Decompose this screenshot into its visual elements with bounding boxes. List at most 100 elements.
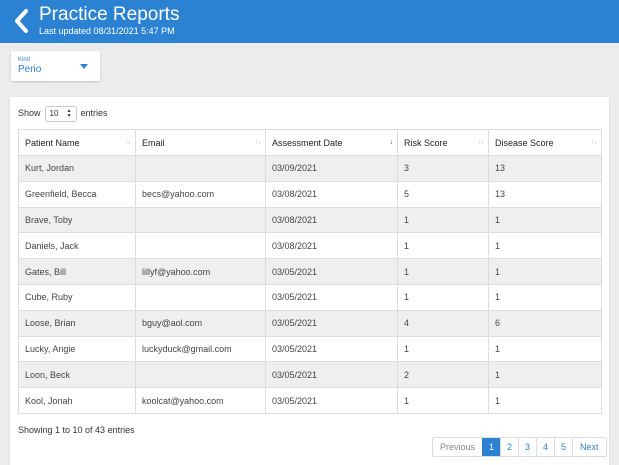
email-cell: becs@yahoo.com <box>135 180 266 208</box>
caret-down-icon <box>80 64 88 69</box>
table-row: Cube, Ruby 03/05/2021 1 1 <box>18 283 602 311</box>
email-cell <box>135 155 266 182</box>
table-row: Brave, Toby 03/08/2021 1 1 <box>18 206 602 234</box>
email-cell <box>135 283 266 311</box>
last-updated-text: Last updated 08/31/2021 5:47 PM <box>39 26 175 36</box>
assessment-date-cell: 03/05/2021 <box>265 283 398 311</box>
select-arrows-icon: ▲ ▼ <box>66 107 72 119</box>
sort-icon: ↓ <box>389 139 393 146</box>
assessment-date-cell: 03/05/2021 <box>265 387 398 414</box>
email-cell <box>135 232 266 260</box>
report-card: Show 10 ▲ ▼ entries Patient Name ↑↓ Email ↑↓… <box>10 97 609 465</box>
disease-score-cell: 1 <box>488 258 602 285</box>
page-4-button[interactable]: 4 <box>536 438 555 456</box>
table-header-row: Patient Name ↑↓ Email ↑↓ Assessment Date ↓ Ris… <box>18 129 602 156</box>
column-header-label: Assessment Date <box>272 137 343 148</box>
table-row: Loose, Brian bguy@aol.com 03/05/2021 4 6 <box>18 309 602 337</box>
disease-score-cell: 1 <box>488 206 602 234</box>
column-header-patient-name[interactable]: Patient Name ↑↓ <box>18 129 136 156</box>
sort-icon: ↑↓ <box>591 139 597 146</box>
next-page-button[interactable]: Next <box>572 438 606 456</box>
risk-score-cell: 1 <box>397 387 489 414</box>
app-header: Practice Reports Last updated 08/31/2021… <box>0 0 619 43</box>
email-cell <box>135 361 266 389</box>
page-3-button[interactable]: 3 <box>518 438 537 456</box>
kind-label: Kind <box>18 57 31 63</box>
column-header-assessment-date[interactable]: Assessment Date ↓ <box>265 129 398 156</box>
kind-value: Perio <box>18 64 42 75</box>
email-cell: lillyf@yahoo.com <box>135 258 266 285</box>
risk-score-cell: 5 <box>397 180 489 208</box>
assessment-date-cell: 03/09/2021 <box>265 155 398 182</box>
assessment-date-cell: 03/05/2021 <box>265 309 398 337</box>
disease-score-cell: 1 <box>488 387 602 414</box>
page-1-button[interactable]: 1 <box>482 438 501 456</box>
assessment-date-cell: 03/05/2021 <box>265 258 398 285</box>
table-info: Showing 1 to 10 of 43 entries <box>18 425 135 435</box>
disease-score-cell: 13 <box>488 155 602 182</box>
email-cell: koolcat@yahoo.com <box>135 387 266 414</box>
disease-score-cell: 6 <box>488 309 602 337</box>
risk-score-cell: 3 <box>397 155 489 182</box>
table-row: Lucky, Angie luckyduck@gmail.com 03/05/202… <box>18 335 602 363</box>
disease-score-cell: 1 <box>488 335 602 363</box>
column-header-label: Email <box>142 137 165 148</box>
column-header-label: Risk Score <box>404 137 448 148</box>
length-suffix: entries <box>80 108 108 118</box>
length-prefix: Show <box>18 108 41 118</box>
patient-name-cell: Brave, Toby <box>18 206 136 234</box>
column-header-label: Patient Name <box>25 137 80 148</box>
risk-score-cell: 1 <box>397 283 489 311</box>
assessment-date-cell: 03/05/2021 <box>265 335 398 363</box>
table-row: Loon, Beck 03/05/2021 2 1 <box>18 361 602 389</box>
column-header-risk-score[interactable]: Risk Score ↑↓ <box>397 129 489 156</box>
patient-name-cell: Kurt, Jordan <box>18 155 136 182</box>
patient-name-cell: Loon, Beck <box>18 361 136 389</box>
patient-name-cell: Kool, Jonah <box>18 387 136 414</box>
sort-icon: ↑↓ <box>478 139 484 146</box>
entries-per-page-value: 10 <box>49 109 59 118</box>
patient-name-cell: Lucky, Angie <box>18 335 136 363</box>
length-menu: Show 10 ▲ ▼ entries <box>18 105 108 122</box>
table-row: Kool, Jonah koolcat@yahoo.com 03/05/2021 1 1 <box>18 387 602 414</box>
sort-icon: ↑↓ <box>255 139 261 146</box>
email-cell: bguy@aol.com <box>135 309 266 337</box>
patient-name-cell: Daniels, Jack <box>18 232 136 260</box>
assessment-date-cell: 03/08/2021 <box>265 206 398 234</box>
table-row: Daniels, Jack 03/08/2021 1 1 <box>18 232 602 260</box>
disease-score-cell: 1 <box>488 232 602 260</box>
column-header-email[interactable]: Email ↑↓ <box>135 129 266 156</box>
kind-dropdown[interactable]: Kind Perio <box>11 51 100 81</box>
patient-name-cell: Greenfield, Becca <box>18 180 136 208</box>
disease-score-cell: 1 <box>488 361 602 389</box>
pagination: Previous 1 2 3 4 5 Next <box>432 437 607 457</box>
page-2-button[interactable]: 2 <box>500 438 519 456</box>
page-title: Practice Reports <box>39 4 180 25</box>
assessment-date-cell: 03/08/2021 <box>265 180 398 208</box>
risk-score-cell: 2 <box>397 361 489 389</box>
table-body: Kurt, Jordan 03/09/2021 3 13 Greenfield, Bec… <box>18 155 602 414</box>
risk-score-cell: 4 <box>397 309 489 337</box>
assessment-date-cell: 03/05/2021 <box>265 361 398 389</box>
email-cell <box>135 206 266 234</box>
reports-table: Patient Name ↑↓ Email ↑↓ Assessment Date ↓ Ris… <box>18 129 602 414</box>
entries-per-page-select[interactable]: 10 ▲ ▼ <box>44 105 77 122</box>
disease-score-cell: 13 <box>488 180 602 208</box>
risk-score-cell: 1 <box>397 258 489 285</box>
table-row: Kurt, Jordan 03/09/2021 3 13 <box>18 155 602 182</box>
disease-score-cell: 1 <box>488 283 602 311</box>
sort-icon: ↑↓ <box>125 139 131 146</box>
patient-name-cell: Cube, Ruby <box>18 283 136 311</box>
back-button[interactable] <box>11 7 33 35</box>
risk-score-cell: 1 <box>397 335 489 363</box>
column-header-disease-score[interactable]: Disease Score ↑↓ <box>488 129 602 156</box>
column-header-label: Disease Score <box>495 137 554 148</box>
risk-score-cell: 1 <box>397 232 489 260</box>
previous-page-button[interactable]: Previous <box>433 438 483 456</box>
chevron-left-icon <box>15 9 28 33</box>
risk-score-cell: 1 <box>397 206 489 234</box>
page-5-button[interactable]: 5 <box>554 438 573 456</box>
patient-name-cell: Loose, Brian <box>18 309 136 337</box>
table-row: Gates, Bill lillyf@yahoo.com 03/05/2021 1 1 <box>18 258 602 285</box>
email-cell: luckyduck@gmail.com <box>135 335 266 363</box>
